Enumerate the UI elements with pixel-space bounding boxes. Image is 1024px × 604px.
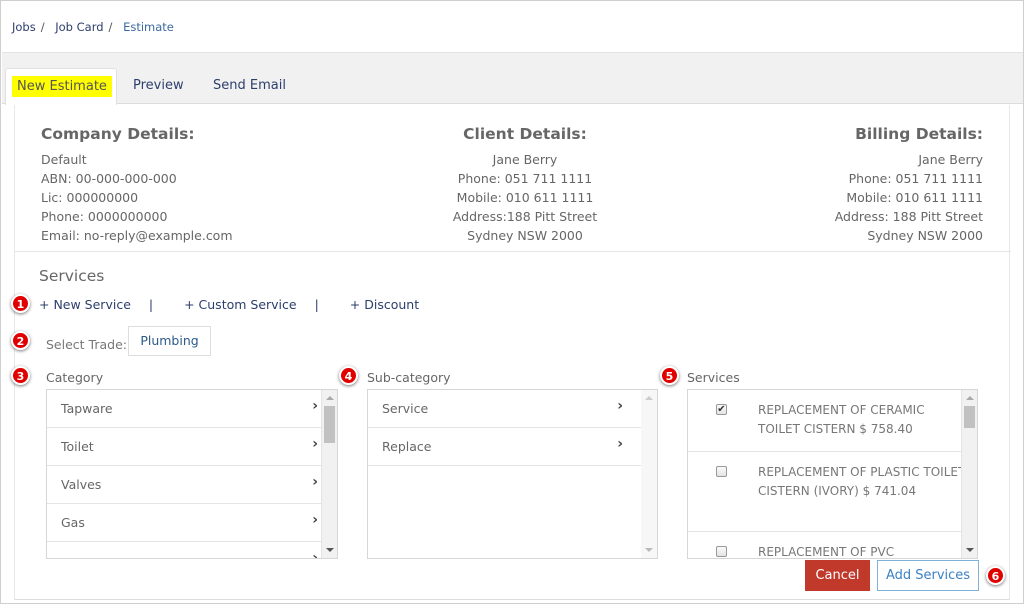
category-label: Tapware <box>61 401 113 416</box>
billing-mobile: Mobile: 010 611 1111 <box>846 190 983 205</box>
estimate-panel: Company Details: Default ABN: 00-000-000… <box>11 105 1011 600</box>
subcategory-item-service[interactable]: Service › <box>368 390 642 428</box>
step-marker-1: 1 <box>11 294 30 313</box>
client-mobile: Mobile: 010 611 1111 <box>456 190 594 205</box>
service-label: REPLACEMENT OF CERAMIC TOILET CISTERN $ … <box>758 403 925 436</box>
scroll-thumb[interactable] <box>324 406 335 443</box>
app-frame: Jobs / Job Card / Estimate New Estimate Pr… <box>0 0 1024 604</box>
scroll-down-icon[interactable] <box>326 548 334 552</box>
scroll-down-icon[interactable] <box>645 548 653 552</box>
service-label: REPLACEMENT OF PVC <box>758 545 895 559</box>
chevron-right-icon: › <box>312 512 318 528</box>
step-marker-5: 5 <box>660 366 679 385</box>
client-city: Sydney NSW 2000 <box>467 228 583 243</box>
breadcrumb-separator: / <box>40 20 45 34</box>
subcategory-item-replace[interactable]: Replace › <box>368 428 642 466</box>
breadcrumb: Jobs / Job Card / Estimate <box>12 20 179 34</box>
check-icon: ✔ <box>717 404 726 415</box>
service-checkbox[interactable] <box>716 546 727 557</box>
action-separator: | <box>314 297 319 312</box>
category-scrollbar[interactable] <box>321 390 337 558</box>
company-abn: ABN: 00-000-000-000 <box>41 171 177 186</box>
billing-name: Jane Berry <box>918 152 983 167</box>
client-details: Client Details: Jane Berry Phone: 051 71… <box>425 125 625 245</box>
subcategory-scrollbar[interactable] <box>641 390 657 558</box>
tab-bar: New Estimate Preview Send Email <box>2 52 1023 105</box>
service-checkbox[interactable] <box>716 466 727 477</box>
client-details-title: Client Details: <box>463 125 587 143</box>
category-item-partial[interactable]: › <box>47 542 337 559</box>
chevron-right-icon: › <box>617 398 623 414</box>
service-item[interactable]: ✔ REPLACEMENT OF CERAMIC TOILET CISTERN … <box>688 390 977 452</box>
company-email: Email: no-reply@example.com <box>41 228 233 243</box>
services-scrollbar[interactable] <box>961 390 977 558</box>
company-phone: Phone: 0000000000 <box>41 209 168 224</box>
scroll-down-icon[interactable] <box>966 548 974 552</box>
step-marker-3: 3 <box>11 366 30 385</box>
scroll-thumb[interactable] <box>964 406 975 428</box>
services-list: ✔ REPLACEMENT OF CERAMIC TOILET CISTERN … <box>687 389 978 559</box>
trade-select-button[interactable]: Plumbing <box>128 326 211 356</box>
category-title: Category <box>46 370 104 385</box>
company-name: Default <box>41 152 87 167</box>
category-label: Valves <box>61 477 102 492</box>
billing-address: Address: 188 Pitt Street <box>834 209 983 224</box>
category-label: Toilet <box>61 439 94 454</box>
scroll-up-icon[interactable] <box>326 396 334 400</box>
subcategory-label: Service <box>382 401 429 416</box>
add-services-button[interactable]: Add Services <box>877 560 979 591</box>
services-heading: Services <box>39 267 105 285</box>
client-phone: Phone: 051 711 1111 <box>457 171 593 186</box>
chevron-right-icon: › <box>312 398 318 414</box>
subcategory-list: Service › Replace › <box>367 389 658 559</box>
client-name: Jane Berry <box>492 152 558 167</box>
company-lic: Lic: 000000000 <box>41 190 139 205</box>
chevron-right-icon: › <box>312 550 318 559</box>
subcategory-label: Replace <box>382 439 432 454</box>
company-details-title: Company Details: <box>41 125 195 143</box>
tab-preview[interactable]: Preview <box>133 68 184 105</box>
breadcrumb-jobs[interactable]: Jobs <box>12 20 36 34</box>
chevron-right-icon: › <box>312 436 318 452</box>
service-checkbox-checked[interactable]: ✔ <box>716 404 727 415</box>
new-service-link[interactable]: + New Service <box>39 297 131 312</box>
scroll-up-icon[interactable] <box>645 396 653 400</box>
step-marker-4: 4 <box>339 366 358 385</box>
discount-link[interactable]: + Discount <box>350 297 419 312</box>
category-item-toilet[interactable]: Toilet › <box>47 428 337 466</box>
breadcrumb-estimate: Estimate <box>123 20 174 34</box>
client-address: Address:188 Pitt Street <box>452 209 598 224</box>
subcategory-title: Sub-category <box>367 370 451 385</box>
service-actions: + New Service | + Custom Service | + Dis… <box>39 297 419 312</box>
service-item[interactable]: REPLACEMENT OF PVC <box>688 532 977 559</box>
custom-service-link[interactable]: + Custom Service <box>184 297 297 312</box>
tab-send-email[interactable]: Send Email <box>213 68 286 105</box>
services-list-title: Services <box>687 370 740 385</box>
scroll-up-icon[interactable] <box>966 396 974 400</box>
breadcrumb-job-card[interactable]: Job Card <box>55 20 103 34</box>
category-item-tapware[interactable]: Tapware › <box>47 390 337 428</box>
billing-details-title: Billing Details: <box>855 125 983 143</box>
category-label: Gas <box>61 515 85 530</box>
category-item-valves[interactable]: Valves › <box>47 466 337 504</box>
category-list: Tapware › Toilet › Valves › Gas › › <box>46 389 338 559</box>
step-marker-6: 6 <box>986 566 1005 585</box>
service-label: REPLACEMENT OF PLASTIC TOILET CISTERN (I… <box>758 465 966 498</box>
cancel-button[interactable]: Cancel <box>805 560 870 591</box>
billing-phone: Phone: 051 711 1111 <box>848 171 983 186</box>
company-details: Company Details: Default ABN: 00-000-000… <box>41 125 233 245</box>
chevron-right-icon: › <box>617 436 623 452</box>
step-marker-2: 2 <box>11 331 30 350</box>
billing-details: Billing Details: Jane Berry Phone: 051 7… <box>835 125 983 245</box>
chevron-right-icon: › <box>312 474 318 490</box>
category-item-gas[interactable]: Gas › <box>47 504 337 542</box>
billing-city: Sydney NSW 2000 <box>867 228 983 243</box>
action-separator: | <box>148 297 154 312</box>
select-trade-label: Select Trade: <box>46 337 127 352</box>
breadcrumb-separator: / <box>108 20 113 34</box>
tab-label: New Estimate <box>12 76 112 97</box>
tab-new-estimate[interactable]: New Estimate <box>5 68 117 105</box>
service-item[interactable]: REPLACEMENT OF PLASTIC TOILET CISTERN (I… <box>688 452 977 532</box>
divider <box>15 251 1011 252</box>
